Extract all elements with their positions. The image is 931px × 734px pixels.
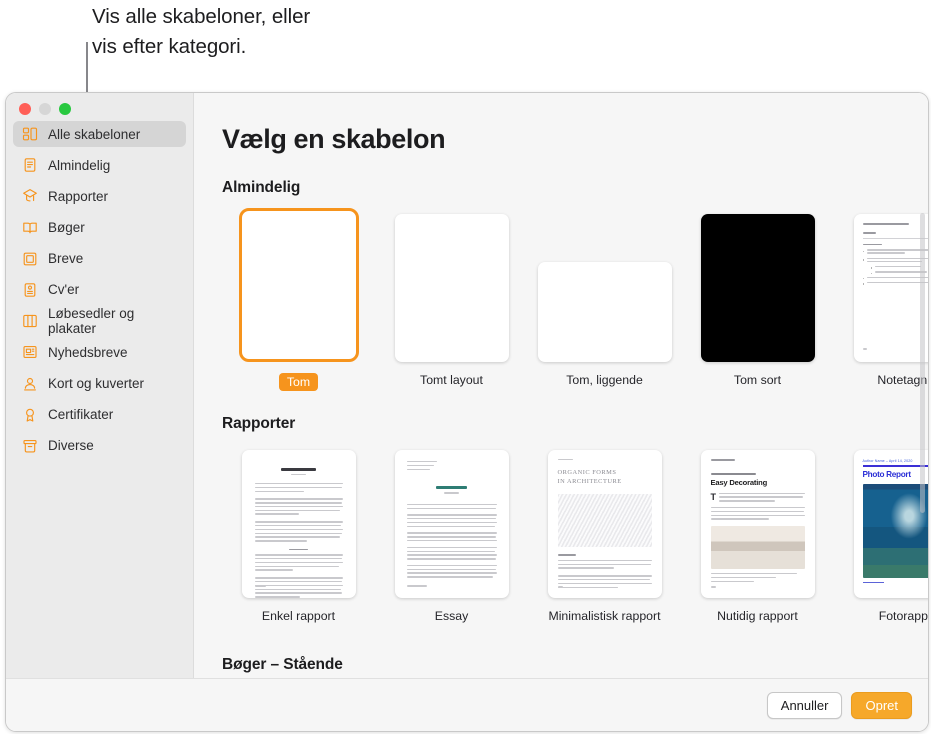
sidebar-item-label: Alle skabeloner <box>48 126 141 142</box>
gallery-content: Vælg en skabelon Almindelig Tom Tomt layou… <box>194 124 928 623</box>
template-card[interactable]: Tom, liggende <box>528 210 681 391</box>
sidebar-item-diverse[interactable]: Diverse <box>13 433 186 459</box>
sidebar-item-label: Diverse <box>48 438 94 454</box>
sidebar-item-label: Nyhedsbreve <box>48 344 128 360</box>
template-label: Fotorapport <box>878 609 928 623</box>
cancel-button[interactable]: Annuller <box>766 691 843 719</box>
template-thumbnail-wrapper <box>834 210 928 362</box>
template-thumbnail-wrapper <box>375 210 528 362</box>
template-label: Essay <box>434 609 469 623</box>
sidebar-item-label: Rapporter <box>48 188 109 204</box>
template-card[interactable]: Notetagning <box>834 210 928 391</box>
flyer-icon <box>22 313 38 329</box>
teaser-heading: Bøger – Stående <box>222 656 343 673</box>
template-thumbnail[interactable]: Author Name – April 14, 2020 Photo Report <box>853 450 928 598</box>
template-thumbnail-wrapper: Author Name – April 14, 2020 Photo Report <box>834 446 928 598</box>
letter-icon <box>22 251 38 267</box>
sidebar: Alle skabeloner Almindelig Rapporter Bøger B… <box>6 93 194 678</box>
sidebar-item-label: Cv'er <box>48 282 80 298</box>
template-card[interactable]: Essay <box>375 446 528 623</box>
template-thumbnail-wrapper <box>222 446 375 598</box>
book-icon <box>22 220 38 236</box>
all-templates-icon <box>22 126 38 142</box>
certificate-icon <box>22 407 38 423</box>
template-card[interactable]: ORGANIC FORMS IN ARCHITECTURE Minimalistis… <box>528 446 681 623</box>
callout-line-2: vis efter kategori. <box>92 35 247 58</box>
template-sections: Almindelig Tom Tomt layout Tom, liggende Tom… <box>222 179 928 623</box>
section-heading: Rapporter <box>222 415 296 432</box>
sidebar-item-certifikater[interactable]: Certifikater <box>13 402 186 428</box>
create-button[interactable]: Opret <box>851 691 912 719</box>
callout-line-1: Vis alle skabeloner, eller <box>92 5 311 28</box>
template-thumbnail[interactable] <box>537 262 672 362</box>
misc-icon <box>22 438 38 454</box>
sidebar-item-b-ger[interactable]: Bøger <box>13 215 186 241</box>
sidebar-item-l-besedler-og-plakater[interactable]: Løbesedler og plakater <box>13 306 186 337</box>
template-card[interactable]: Easy Decorating T Nutidig rapport <box>681 446 834 623</box>
minimize-button-icon[interactable] <box>39 103 51 115</box>
template-label: Tom <box>278 373 319 391</box>
template-thumbnail-wrapper <box>681 210 834 362</box>
template-row: Enkel rapport Essay ORGANIC FORMS IN ARCHIT… <box>222 446 928 623</box>
template-chooser-window: Alle skabeloner Almindelig Rapporter Bøger B… <box>5 92 929 732</box>
sidebar-list: Alle skabeloner Almindelig Rapporter Bøger B… <box>6 121 193 459</box>
sidebar-item-label: Breve <box>48 251 84 267</box>
sidebar-item-cv-er[interactable]: Cv'er <box>13 277 186 303</box>
sidebar-item-label: Kort og kuverter <box>48 376 145 391</box>
document-icon <box>22 157 38 173</box>
next-section-teaser: Bøger – Stående Indhold kan ombrydes ige… <box>222 656 922 678</box>
resume-icon <box>22 282 38 298</box>
template-thumbnail-wrapper <box>222 208 375 362</box>
template-thumbnail[interactable]: ORGANIC FORMS IN ARCHITECTURE <box>547 450 662 598</box>
template-thumbnail-wrapper <box>528 210 681 362</box>
newsletter-icon <box>22 344 38 360</box>
template-thumbnail-wrapper: ORGANIC FORMS IN ARCHITECTURE <box>528 446 681 598</box>
template-label: Tom sort <box>733 373 782 387</box>
report-icon <box>22 188 38 204</box>
template-thumbnail[interactable] <box>700 214 815 362</box>
template-label: Nutidig rapport <box>717 609 798 623</box>
sidebar-item-label: Certifikater <box>48 407 114 423</box>
template-thumbnail[interactable] <box>394 450 509 598</box>
template-card[interactable]: Enkel rapport <box>222 446 375 623</box>
section-heading: Almindelig <box>222 179 301 196</box>
template-gallery: Vælg en skabelon Almindelig Tom Tomt layou… <box>194 93 928 678</box>
template-thumbnail[interactable] <box>241 450 356 598</box>
template-label: Minimalistisk rapport <box>548 609 661 623</box>
sidebar-item-breve[interactable]: Breve <box>13 246 186 272</box>
template-thumbnail[interactable] <box>394 214 509 362</box>
template-row: Tom Tomt layout Tom, liggende Tom sort Notet… <box>222 208 928 391</box>
template-label: Tom, liggende <box>566 373 643 387</box>
template-thumbnail[interactable] <box>853 214 928 362</box>
sidebar-item-label: Almindelig <box>48 157 111 173</box>
template-thumbnail-wrapper: Easy Decorating T <box>681 446 834 598</box>
sidebar-item-nyhedsbreve[interactable]: Nyhedsbreve <box>13 339 186 365</box>
template-card[interactable]: Author Name – April 14, 2020 Photo Report… <box>834 446 928 623</box>
template-card[interactable]: Tomt layout <box>375 210 528 391</box>
template-label: Enkel rapport <box>261 609 336 623</box>
sidebar-item-kort-og-kuverter[interactable]: Kort og kuverter <box>13 371 186 397</box>
sidebar-item-alle-skabeloner[interactable]: Alle skabeloner <box>13 121 186 147</box>
window-body: Alle skabeloner Almindelig Rapporter Bøger B… <box>6 93 928 678</box>
template-thumbnail-wrapper <box>375 446 528 598</box>
page-title: Vælg en skabelon <box>222 124 446 154</box>
sidebar-item-label: Løbesedler og plakater <box>48 306 135 337</box>
template-card[interactable]: Tom <box>222 208 375 391</box>
sidebar-item-label: Bøger <box>48 220 85 236</box>
window-controls <box>19 103 71 115</box>
template-label: Tomt layout <box>420 373 483 387</box>
template-thumbnail[interactable] <box>238 208 359 362</box>
sidebar-item-rapporter[interactable]: Rapporter <box>13 183 186 209</box>
card-envelope-icon <box>22 376 38 392</box>
callout-annotation: Vis alle skabeloner, eller vis efter kat… <box>92 2 422 62</box>
template-thumbnail[interactable]: Easy Decorating T <box>700 450 815 598</box>
dialog-footer: Annuller Opret <box>6 678 928 731</box>
close-button-icon[interactable] <box>19 103 31 115</box>
sidebar-item-almindelig[interactable]: Almindelig <box>13 152 186 178</box>
vertical-scrollbar[interactable] <box>920 213 925 513</box>
zoom-button-icon[interactable] <box>59 103 71 115</box>
template-card[interactable]: Tom sort <box>681 210 834 391</box>
